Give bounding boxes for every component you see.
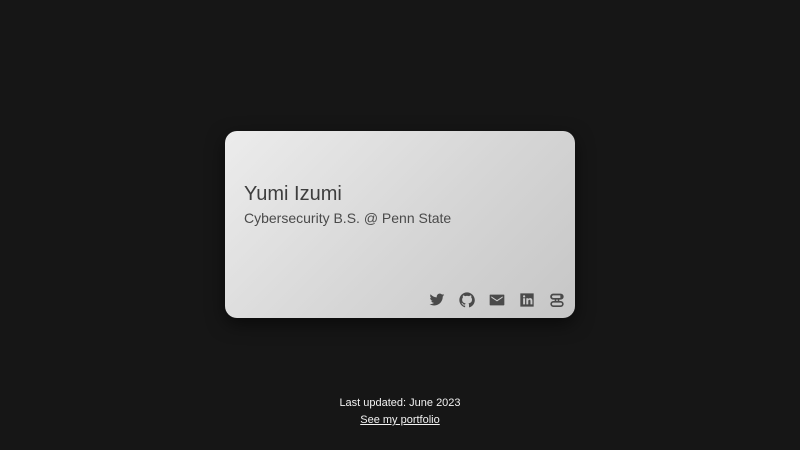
github-icon — [459, 292, 475, 308]
s-logo-link[interactable] — [549, 292, 565, 308]
card-subtitle: Cybersecurity B.S. @ Penn State — [244, 210, 452, 226]
business-card: Yumi Izumi Cybersecurity B.S. @ Penn Sta… — [225, 131, 575, 318]
portfolio-link[interactable]: See my portfolio — [360, 414, 439, 426]
twitter-link[interactable] — [429, 292, 445, 308]
social-links — [429, 292, 565, 308]
email-link[interactable] — [489, 292, 505, 308]
last-updated-text: Last updated: June 2023 — [339, 397, 461, 409]
github-link[interactable] — [459, 292, 475, 308]
page: Yumi Izumi Cybersecurity B.S. @ Penn Sta… — [0, 0, 800, 450]
email-icon — [489, 294, 505, 306]
linkedin-link[interactable] — [519, 292, 535, 308]
card-name: Yumi Izumi — [244, 183, 342, 205]
twitter-icon — [429, 293, 445, 306]
s-logo-icon — [550, 293, 564, 307]
linkedin-icon — [520, 293, 534, 307]
portfolio-link-container: See my portfolio — [0, 414, 800, 426]
